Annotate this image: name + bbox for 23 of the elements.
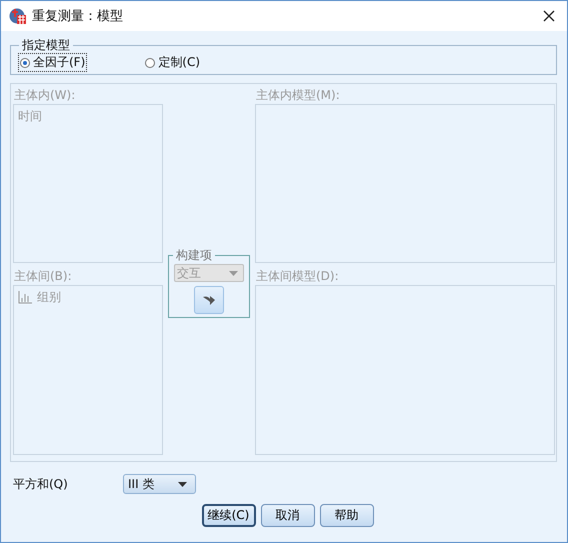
sum-of-squares-dropdown[interactable]: III 类 bbox=[123, 474, 196, 494]
radio-option[interactable]: 定制(C) bbox=[144, 54, 202, 71]
close-icon[interactable] bbox=[543, 10, 555, 22]
dialog-button[interactable]: 继续(C) bbox=[202, 504, 256, 527]
app-icon bbox=[9, 7, 27, 25]
radio-button[interactable] bbox=[20, 58, 30, 68]
list-label: 主体间(B): bbox=[13, 268, 73, 285]
item-label: 组别 bbox=[37, 289, 61, 306]
group-legend: 构建项 bbox=[173, 247, 215, 264]
curved-arrow-icon bbox=[202, 294, 216, 306]
radio-button[interactable] bbox=[145, 58, 156, 68]
dropdown-arrow-icon bbox=[178, 482, 187, 486]
scale-icon bbox=[18, 291, 32, 304]
window-title: 重复测量：模型 bbox=[32, 8, 124, 25]
dropdown-arrow-icon bbox=[229, 270, 238, 276]
list-label: 主体内模型(M): bbox=[255, 87, 341, 104]
list-label: 主体内(W): bbox=[13, 87, 76, 104]
list-label: 主体间模型(D): bbox=[255, 268, 340, 285]
field-label: 平方和(Q) bbox=[13, 476, 69, 492]
dialog-button[interactable]: 取消 bbox=[260, 504, 314, 527]
group-legend: 指定模型 bbox=[19, 37, 73, 54]
dialog-button[interactable]: 帮助 bbox=[320, 504, 374, 527]
radio-option[interactable]: 全因子(F) bbox=[19, 54, 86, 71]
